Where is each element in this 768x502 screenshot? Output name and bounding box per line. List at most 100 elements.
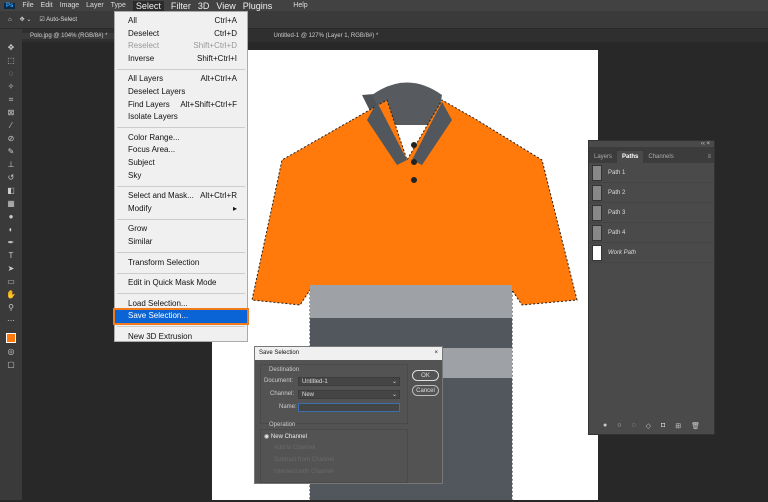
tab-channels[interactable]: Channels — [643, 151, 678, 163]
eraser-icon[interactable]: ◧ — [6, 186, 16, 195]
eyedropper-icon[interactable]: ⁄ — [6, 121, 16, 130]
path-thumbnail — [592, 244, 602, 261]
screen-mode-icon[interactable]: ▢ — [6, 360, 16, 369]
stroke-path-icon[interactable]: ○ — [617, 422, 621, 430]
menu-item-edit-in-quick-mask-mode[interactable]: Edit in Quick Mask Mode — [115, 277, 247, 290]
menu-image[interactable]: Image — [60, 2, 79, 9]
hand-tool-icon[interactable]: ✋ — [6, 290, 16, 299]
menu-item-transform-selection[interactable]: Transform Selection — [115, 257, 247, 270]
menu-item-color-range[interactable]: Color Range... — [115, 132, 247, 145]
menu-item-find-layers[interactable]: Find Layers Alt+Shift+Ctrl+F — [115, 99, 247, 112]
lasso-tool-icon[interactable]: ◌ — [6, 69, 16, 78]
marquee-tool-icon[interactable]: ⬚ — [6, 56, 16, 65]
menu-item-label: Sky — [128, 170, 142, 180]
new-path-icon[interactable]: ⊞ — [675, 422, 681, 430]
blur-icon[interactable]: ● — [6, 212, 16, 221]
path-row[interactable]: Path 3 — [589, 203, 714, 223]
menu-3d[interactable]: 3D — [198, 1, 210, 11]
channel-select[interactable]: New ⌄ — [298, 390, 400, 399]
gradient-icon[interactable]: ▦ — [6, 199, 16, 208]
menu-help[interactable]: Help — [293, 2, 307, 9]
menu-item-similar[interactable]: Similar — [115, 236, 247, 249]
close-icon[interactable]: × — [434, 347, 438, 360]
tab-polo[interactable]: Polo.jpg @ 104% (RGB/8#) * — [22, 32, 116, 39]
tab-paths[interactable]: Paths — [617, 151, 644, 163]
menu-item-deselect[interactable]: Deselect Ctrl+D — [115, 28, 247, 41]
delete-path-icon[interactable]: 🗑 — [691, 422, 700, 430]
menu-separator — [117, 185, 245, 187]
load-as-selection-icon[interactable]: ◌ — [631, 422, 635, 430]
quick-mask-icon[interactable]: ◎ — [6, 347, 16, 356]
cancel-button[interactable]: Cancel — [412, 385, 439, 396]
auto-select-label: Auto-Select — [46, 17, 78, 23]
menu-view[interactable]: View — [216, 1, 235, 11]
menu-item-all-layers[interactable]: All Layers Alt+Ctrl+A — [115, 73, 247, 86]
path-row[interactable]: Path 1 — [589, 163, 714, 183]
healing-brush-icon[interactable]: ⊘ — [6, 134, 16, 143]
pen-icon[interactable]: ✒ — [6, 238, 16, 247]
menu-item-label: Subject — [128, 157, 155, 167]
move-tool-icon[interactable]: ✥ ⌄ — [20, 16, 32, 23]
document-select[interactable]: Untitled-1 ⌄ — [298, 377, 400, 386]
tab-layers[interactable]: Layers — [589, 151, 617, 163]
path-row[interactable]: Path 2 — [589, 183, 714, 203]
path-row[interactable]: Path 4 — [589, 223, 714, 243]
radio-intersect-with-channel[interactable]: Intersect with Channel — [274, 469, 333, 475]
menu-item-modify[interactable]: Modify ▸ — [115, 203, 247, 216]
menu-item-select-and-mask[interactable]: Select and Mask... Alt+Ctrl+R — [115, 190, 247, 203]
ok-button[interactable]: OK — [412, 370, 439, 381]
menu-layer[interactable]: Layer — [86, 2, 104, 9]
rectangle-tool-icon[interactable]: ▭ — [6, 277, 16, 286]
menu-type[interactable]: Type — [111, 2, 126, 9]
menu-item-reselect[interactable]: Reselect Shift+Ctrl+D — [115, 40, 247, 53]
brush-icon[interactable]: ✎ — [6, 147, 16, 156]
type-tool-icon[interactable]: T — [6, 251, 16, 260]
menu-item-label: Focus Area... — [128, 145, 176, 155]
radio-add-to-channel[interactable]: Add to Channel — [274, 445, 315, 451]
document-label: Document: — [264, 378, 294, 384]
dodge-icon[interactable]: ◐ — [6, 225, 16, 234]
home-icon[interactable]: ⌂ — [8, 17, 12, 23]
menu-item-label: Modify — [128, 203, 152, 213]
fill-path-icon[interactable]: ● — [603, 422, 607, 430]
menu-item-save-selection[interactable]: Save Selection... — [113, 308, 249, 325]
menu-edit[interactable]: Edit — [41, 2, 53, 9]
tab-untitled[interactable]: Untitled-1 @ 127% (Layer 1, RGB/8#) * — [265, 33, 386, 39]
crop-tool-icon[interactable]: ⌗ — [6, 95, 16, 104]
menu-item-sky[interactable]: Sky — [115, 170, 247, 183]
make-work-path-icon[interactable]: ◇ — [646, 422, 651, 430]
frame-tool-icon[interactable]: ⊠ — [6, 108, 16, 117]
menu-file[interactable]: File — [22, 2, 33, 9]
menu-item-new-3d-extrusion[interactable]: New 3D Extrusion — [115, 331, 247, 344]
chevron-down-icon: ⌄ — [391, 392, 397, 398]
menu-item-isolate-layers[interactable]: Isolate Layers — [115, 111, 247, 124]
menu-select[interactable]: Select — [132, 0, 164, 11]
panel-menu-icon[interactable]: ≡ — [704, 151, 714, 163]
menu-item-label: Select and Mask... — [128, 191, 194, 201]
history-brush-icon[interactable]: ↺ — [6, 173, 16, 182]
magic-wand-icon[interactable]: ✧ — [6, 82, 16, 91]
menu-item-load-selection[interactable]: Load Selection... — [115, 298, 247, 311]
name-input[interactable] — [298, 403, 400, 412]
auto-select-checkbox[interactable]: ☑ Auto-Select — [39, 16, 77, 23]
collapse-close-icon[interactable]: ‹‹ × — [701, 141, 710, 147]
foreground-color-swatch[interactable] — [6, 333, 16, 343]
path-thumbnail — [592, 204, 602, 221]
menu-filter[interactable]: Filter — [171, 1, 191, 11]
radio-subtract-from-channel[interactable]: Subtract from Channel — [274, 457, 334, 463]
path-select-icon[interactable]: ➤ — [6, 264, 16, 273]
menu-item-grow[interactable]: Grow — [115, 223, 247, 236]
menu-item-focus-area[interactable]: Focus Area... — [115, 144, 247, 157]
menu-plugins[interactable]: Plugins — [243, 1, 273, 11]
menu-item-all[interactable]: All Ctrl+A — [115, 15, 247, 28]
move-tool-icon[interactable]: ✥ — [6, 43, 16, 52]
zoom-tool-icon[interactable]: ⚲ — [6, 303, 16, 312]
add-mask-icon[interactable]: ◘ — [661, 422, 665, 430]
radio-new-channel[interactable]: ◉ New Channel — [264, 433, 307, 440]
work-path-row[interactable]: Work Path — [589, 243, 714, 263]
menu-item-deselect-layers[interactable]: Deselect Layers — [115, 86, 247, 99]
menu-item-subject[interactable]: Subject — [115, 157, 247, 170]
menu-item-inverse[interactable]: Inverse Shift+Ctrl+I — [115, 53, 247, 66]
stamp-icon[interactable]: ⊥ — [6, 160, 16, 169]
more-tools-icon[interactable]: ⋯ — [6, 316, 16, 325]
